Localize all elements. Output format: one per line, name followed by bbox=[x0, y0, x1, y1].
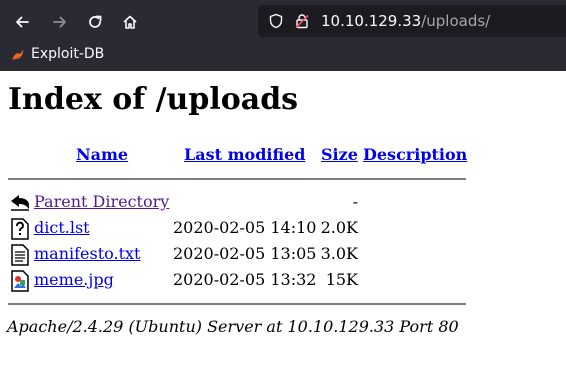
url-path: /uploads/ bbox=[421, 12, 491, 30]
back-folder-icon bbox=[11, 195, 29, 211]
file-link-dict-lst[interactable]: dict.lst bbox=[34, 218, 90, 237]
column-header-description[interactable]: Description bbox=[363, 145, 467, 164]
url-text[interactable]: 10.10.129.33/uploads/ bbox=[321, 12, 490, 30]
server-signature: Apache/2.4.29 (Ubuntu) Server at 10.10.1… bbox=[7, 317, 459, 336]
bookmark-label: Exploit-DB bbox=[31, 46, 105, 62]
url-bar[interactable]: 10.10.129.33/uploads/ bbox=[258, 5, 566, 37]
file-modified: 2020-02-05 13:32 bbox=[173, 270, 317, 289]
home-icon bbox=[123, 15, 137, 29]
header-divider bbox=[8, 178, 466, 180]
exploit-db-icon bbox=[11, 49, 24, 60]
table-row: meme.jpg 2020-02-05 13:32 15K bbox=[0, 268, 566, 294]
file-link-manifesto-txt[interactable]: manifesto.txt bbox=[34, 244, 140, 263]
insecure-lock-icon[interactable] bbox=[294, 13, 310, 29]
home-button[interactable] bbox=[116, 8, 144, 36]
file-size: 15K bbox=[325, 270, 358, 289]
bookmarks-toolbar: Exploit-DB bbox=[0, 42, 566, 71]
file-modified: 2020-02-05 14:10 bbox=[173, 218, 317, 237]
file-modified: 2020-02-05 13:05 bbox=[173, 244, 317, 263]
column-header-size[interactable]: Size bbox=[321, 145, 358, 164]
reload-icon bbox=[89, 15, 102, 28]
url-host: 10.10.129.33 bbox=[321, 12, 422, 30]
column-header-name[interactable]: Name bbox=[76, 145, 128, 164]
bookmark-exploit-db[interactable]: Exploit-DB bbox=[10, 46, 104, 62]
unknown-file-icon bbox=[11, 218, 29, 240]
forward-button[interactable] bbox=[46, 8, 74, 36]
forward-arrow-icon bbox=[53, 16, 66, 28]
text-file-icon bbox=[11, 244, 29, 266]
shield-icon[interactable] bbox=[268, 13, 284, 29]
file-link-meme-jpg[interactable]: meme.jpg bbox=[34, 270, 114, 289]
browser-chrome: 10.10.129.33/uploads/ Exploit-DB bbox=[0, 0, 566, 71]
table-row: dict.lst 2020-02-05 14:10 2.0K bbox=[0, 216, 566, 242]
reload-button[interactable] bbox=[81, 8, 109, 36]
footer-divider bbox=[8, 303, 466, 305]
file-size: - bbox=[352, 192, 358, 211]
file-link-parent-directory[interactable]: Parent Directory bbox=[34, 192, 169, 211]
table-row: manifesto.txt 2020-02-05 13:05 3.0K bbox=[0, 242, 566, 268]
back-arrow-icon bbox=[16, 16, 29, 28]
browser-toolbar: 10.10.129.33/uploads/ bbox=[0, 0, 566, 42]
file-size: 3.0K bbox=[320, 244, 358, 263]
image-file-icon bbox=[11, 270, 29, 292]
column-header-last-modified[interactable]: Last modified bbox=[184, 145, 305, 164]
table-row: Parent Directory - bbox=[0, 190, 566, 216]
page-title: Index of /uploads bbox=[8, 82, 299, 117]
back-button[interactable] bbox=[8, 8, 36, 36]
file-size: 2.0K bbox=[320, 218, 358, 237]
